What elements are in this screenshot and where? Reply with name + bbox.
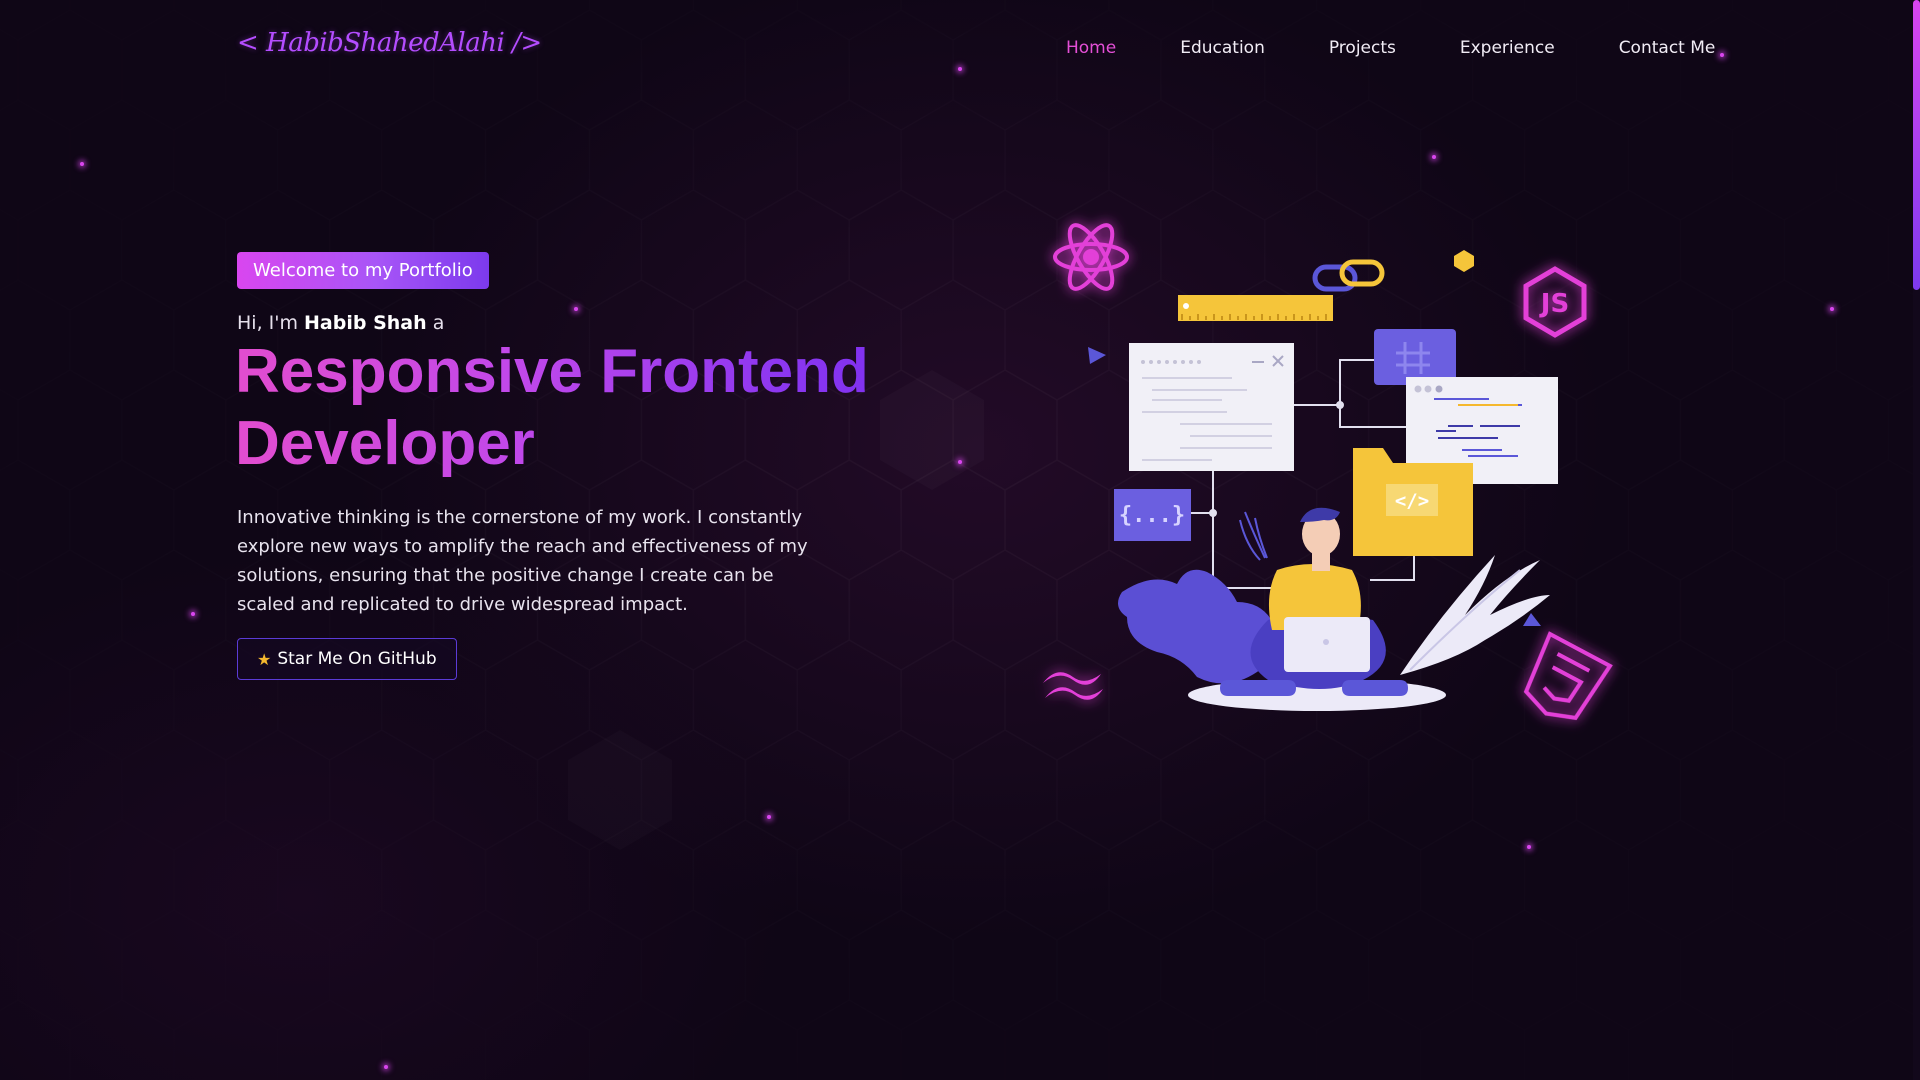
- scrollbar-thumb[interactable]: [1913, 0, 1920, 290]
- star-github-label: Star Me On GitHub: [277, 649, 437, 669]
- svg-text:{...}: {...}: [1119, 503, 1185, 528]
- nav-education[interactable]: Education: [1180, 38, 1265, 58]
- triangle-shape: [1523, 613, 1541, 626]
- hashtag-icon: [1374, 329, 1456, 385]
- nav-experience[interactable]: Experience: [1460, 38, 1555, 58]
- star-github-button[interactable]: ★ Star Me On GitHub: [237, 638, 457, 680]
- link-icon: [1312, 259, 1385, 292]
- hero-headline: Responsive Frontend Developer: [235, 336, 935, 480]
- author-name: Habib Shah: [304, 312, 427, 334]
- code-folder-icon: </>: [1353, 448, 1473, 556]
- nav-contact[interactable]: Contact Me: [1619, 38, 1716, 58]
- hero-description: Innovative thinking is the cornerstone o…: [237, 507, 808, 615]
- site-logo[interactable]: < HabibShahedAlahi />: [237, 28, 542, 58]
- developer-illustration: JS {...} </>: [1043, 223, 1613, 721]
- headline-line2: Developer: [235, 409, 535, 478]
- greeting-prefix: Hi, I'm: [237, 312, 298, 334]
- blob-decoration: [1118, 569, 1277, 684]
- site-header: < HabibShahedAlahi /> Home Education Pro…: [0, 0, 1920, 100]
- plant-decoration: [1400, 555, 1550, 675]
- react-icon: [1053, 223, 1129, 291]
- nodejs-icon: JS: [1523, 266, 1587, 338]
- nav-projects[interactable]: Projects: [1329, 38, 1396, 58]
- svg-text:</>: </>: [1395, 490, 1429, 512]
- html5-icon: [1523, 631, 1613, 721]
- ruler-shape: [1178, 295, 1333, 321]
- code-window-main: [1129, 343, 1294, 471]
- tailwind-icon: [1043, 672, 1103, 700]
- play-triangle-icon: [1088, 347, 1106, 364]
- greeting-suffix: a: [432, 312, 445, 334]
- headline-line1: Responsive Frontend: [235, 337, 869, 406]
- svg-text:JS: JS: [1539, 289, 1569, 319]
- welcome-badge: Welcome to my Portfolio: [237, 252, 489, 289]
- star-icon: ★: [257, 649, 272, 669]
- greeting: Hi, I'm Habib Shah a: [237, 312, 444, 334]
- nav-home[interactable]: Home: [1066, 38, 1116, 58]
- hexagon-shape: [1454, 250, 1474, 272]
- main-nav: Home Education Projects Experience Conta…: [1066, 38, 1779, 58]
- braces-icon: {...}: [1114, 489, 1191, 541]
- page-scrollbar[interactable]: [1913, 0, 1920, 1080]
